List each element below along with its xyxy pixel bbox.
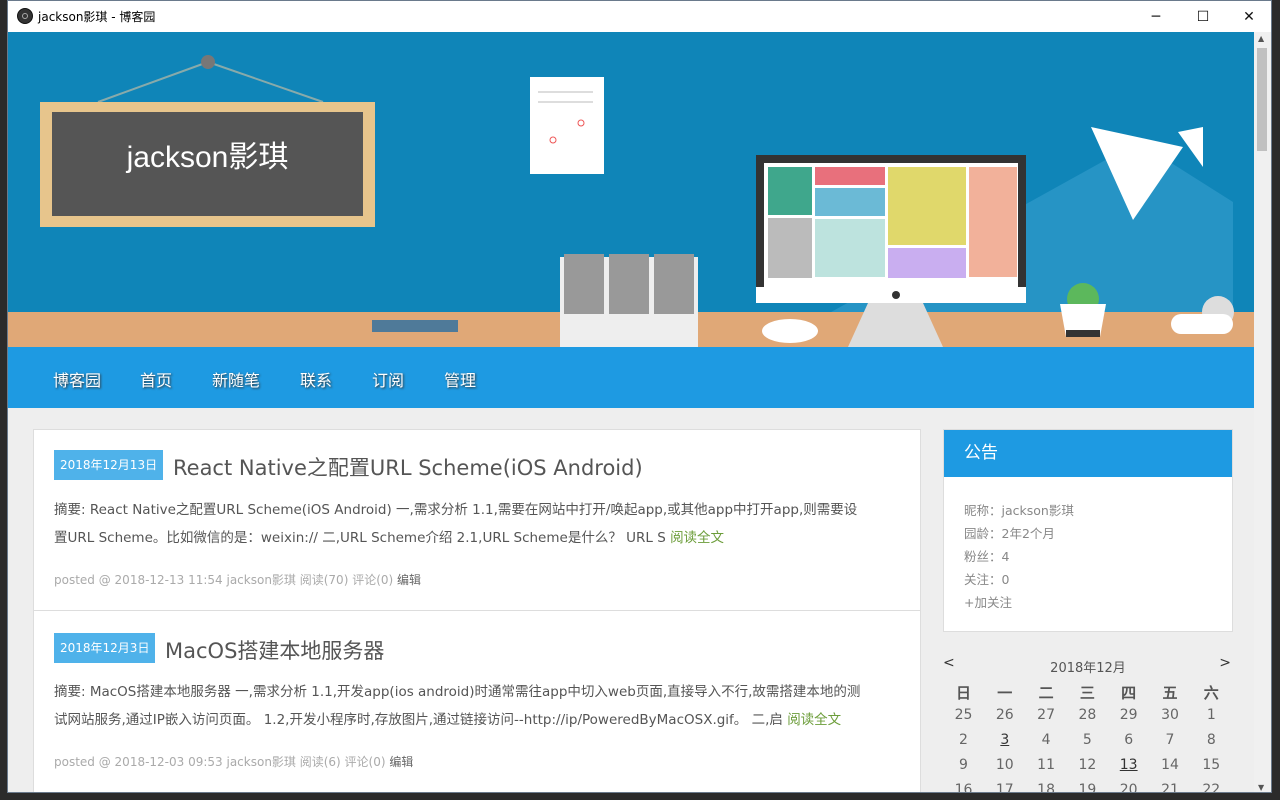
- calendar-day: 26: [995, 707, 1014, 723]
- calendar-day: 8: [1206, 732, 1216, 748]
- main-nav: 博客园 首页 新随笔 联系 订阅 管理: [8, 347, 1255, 408]
- scroll-down-icon[interactable]: ▼: [1258, 783, 1264, 792]
- notice-follow[interactable]: 关注：0: [964, 569, 1009, 588]
- calendar-weekday: 一: [997, 684, 1013, 702]
- notice-nickname[interactable]: 昵称：jackson影琪: [964, 500, 1074, 519]
- blog-name[interactable]: jackson影琪: [52, 132, 363, 176]
- nav-manage[interactable]: 管理: [444, 367, 476, 391]
- calendar-day: 18: [1037, 782, 1055, 793]
- calendar-day-link[interactable]: 13: [1108, 757, 1149, 773]
- calendar-day: 14: [1161, 757, 1179, 773]
- page-content: jackson影琪 博客园 首页 新随笔 联系 订阅 管理 2018年12月13…: [8, 32, 1255, 793]
- calendar-day: 25: [954, 707, 973, 723]
- nav-cnblogs[interactable]: 博客园: [53, 367, 101, 391]
- meta-text: posted @ 2018-12-13 11:54 jackson影琪 阅读(7…: [54, 573, 398, 587]
- post-meta: posted @ 2018-12-13 11:54 jackson影琪 阅读(7…: [54, 571, 421, 588]
- calendar-day: 12: [1078, 757, 1097, 773]
- add-follow-link[interactable]: +加关注: [964, 592, 1012, 611]
- edit-link[interactable]: 编辑: [397, 573, 421, 587]
- title-bar[interactable]: jackson影琪 - 博客园 ─ ☐ ✕: [8, 1, 1271, 32]
- calendar-day: 15: [1202, 757, 1221, 773]
- post-date: 2018年12月13日: [54, 450, 164, 480]
- calendar-day: 11: [1037, 757, 1055, 773]
- calendar-day: 10: [995, 757, 1014, 773]
- minimize-button[interactable]: ─: [1133, 1, 1179, 32]
- calendar-day: 4: [1041, 732, 1051, 748]
- calendar-day: 1: [1206, 707, 1216, 723]
- close-button[interactable]: ✕: [1226, 1, 1271, 32]
- calendar-next-button[interactable]: >: [1219, 655, 1231, 671]
- post-title[interactable]: MacOS搭建本地服务器: [165, 635, 384, 665]
- calendar-day: 21: [1161, 782, 1179, 793]
- summary-line: 置URL Scheme。比如微信的是：weixin:// 二,URL Schem…: [54, 524, 904, 552]
- calendar-weekday: 三: [1079, 684, 1095, 702]
- maximize-button[interactable]: ☐: [1180, 1, 1226, 32]
- nav-contact[interactable]: 联系: [300, 367, 332, 391]
- summary-line: 摘要: React Native之配置URL Scheme(iOS Androi…: [54, 502, 858, 518]
- scroll-up-icon[interactable]: ▲: [1258, 34, 1264, 43]
- post-card: 2018年12月13日 React Native之配置URL Scheme(iO…: [33, 429, 921, 611]
- app-icon: [17, 8, 33, 24]
- nav-home[interactable]: 首页: [140, 367, 172, 391]
- calendar-day: 6: [1124, 732, 1134, 748]
- calendar-day: 30: [1161, 707, 1179, 723]
- calendar-day: 22: [1202, 782, 1221, 793]
- post-meta: posted @ 2018-12-03 09:53 jackson影琪 阅读(6…: [54, 753, 413, 770]
- calendar-day: 16: [954, 782, 973, 793]
- scroll-thumb[interactable]: [1257, 48, 1267, 151]
- calendar-day: 7: [1165, 732, 1175, 748]
- post-title[interactable]: React Native之配置URL Scheme(iOS Android): [173, 452, 643, 482]
- calendar-day: 2: [959, 732, 968, 748]
- notice-age[interactable]: 园龄：2年2个月: [964, 523, 1055, 542]
- banner-illustration: [8, 55, 1255, 347]
- summary-line: 试网站服务,通过IP嵌入访问页面。 1.2,开发小程序时,存放图片,通过链接访问…: [54, 706, 904, 734]
- nav-subscribe[interactable]: 订阅: [372, 367, 404, 391]
- calendar-day: 17: [995, 782, 1014, 793]
- window-title: jackson影琪 - 博客园: [38, 10, 156, 24]
- nav-new-post[interactable]: 新随笔: [212, 367, 260, 391]
- calendar-day-link[interactable]: 3: [984, 732, 1025, 748]
- calendar-weekday: 五: [1162, 684, 1178, 702]
- summary-text: 试网站服务,通过IP嵌入访问页面。 1.2,开发小程序时,存放图片,通过链接访问…: [54, 712, 788, 728]
- calendar-day: 20: [1119, 782, 1138, 793]
- notice-heading: 公告: [944, 430, 1232, 477]
- calendar-day: 29: [1119, 707, 1138, 723]
- calendar-weekday: 六: [1203, 684, 1219, 702]
- calendar-weekday: 四: [1121, 684, 1137, 702]
- edit-link[interactable]: 编辑: [389, 755, 413, 769]
- calendar-weekday: 日: [955, 684, 971, 702]
- read-more-link[interactable]: 阅读全文: [670, 530, 724, 546]
- read-more-link[interactable]: 阅读全文: [787, 712, 841, 728]
- calendar-month: 2018年12月: [1050, 661, 1126, 676]
- blog-banner: jackson影琪: [8, 32, 1255, 347]
- calendar-day: 19: [1078, 782, 1097, 793]
- vertical-scrollbar[interactable]: ▲ ▼: [1254, 32, 1271, 792]
- post-summary: 摘要: React Native之配置URL Scheme(iOS Androi…: [54, 496, 904, 552]
- post-summary: 摘要: MacOS搭建本地服务器 一,需求分析 1.1,开发app(ios an…: [54, 678, 904, 734]
- post-card: 2018年12月3日 MacOS搭建本地服务器 摘要: MacOS搭建本地服务器…: [33, 610, 921, 792]
- notice-fans[interactable]: 粉丝：4: [964, 546, 1009, 565]
- notice-panel: 公告 昵称：jackson影琪 园龄：2年2个月 粉丝：4 关注：0 +加关注: [943, 429, 1233, 632]
- meta-text: posted @ 2018-12-03 09:53 jackson影琪 阅读(6…: [54, 755, 390, 769]
- browser-window: jackson影琪 - 博客园 ─ ☐ ✕ jackson影琪 博客园 首页 新…: [7, 0, 1272, 793]
- calendar-weekday: 二: [1038, 684, 1054, 702]
- calendar-day: 28: [1078, 707, 1097, 723]
- calendar-day: 9: [959, 757, 968, 773]
- summary-line: 摘要: MacOS搭建本地服务器 一,需求分析 1.1,开发app(ios an…: [54, 684, 861, 700]
- calendar-day: 27: [1037, 707, 1055, 723]
- calendar-day: 5: [1082, 732, 1092, 748]
- post-date: 2018年12月3日: [54, 633, 156, 663]
- summary-text: 置URL Scheme。比如微信的是：weixin:// 二,URL Schem…: [54, 530, 671, 546]
